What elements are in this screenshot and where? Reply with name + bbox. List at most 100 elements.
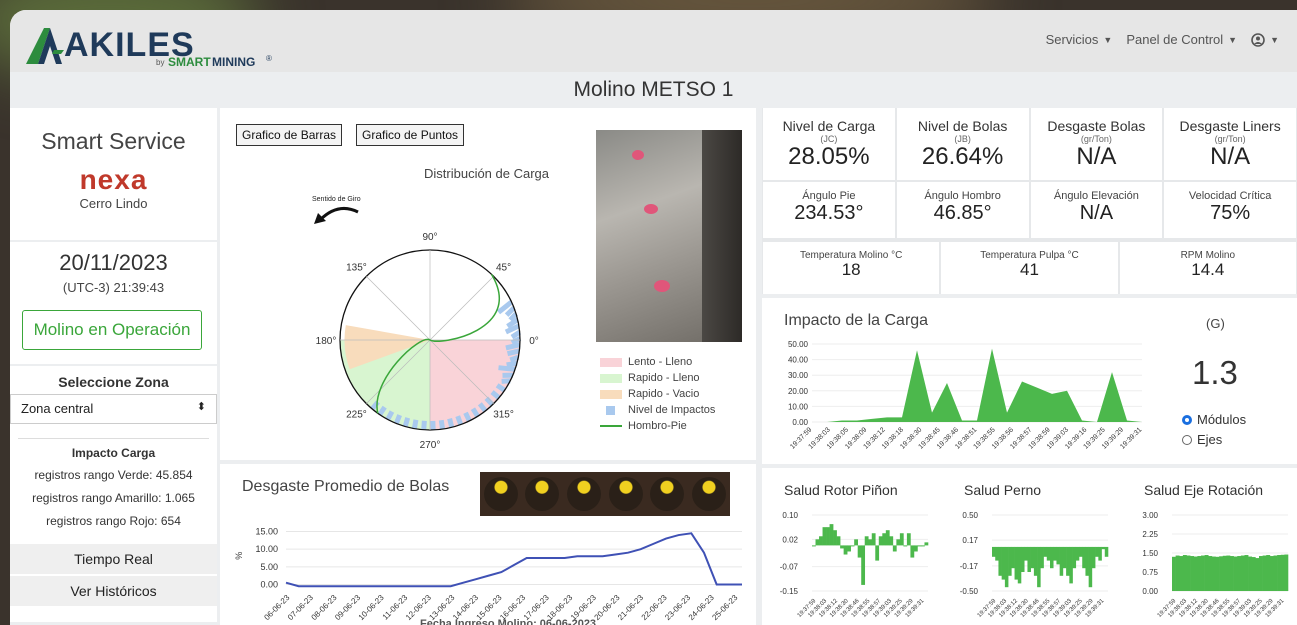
mill-photo-marker — [654, 280, 670, 292]
ball-wear-x-label: Fecha Ingreso Molino: 06-06-2023 — [420, 618, 597, 625]
health-bar — [896, 539, 901, 546]
impact-level-bar — [506, 360, 518, 368]
legend-label: Rapido - Lleno — [628, 372, 700, 384]
health-bar — [1101, 546, 1106, 550]
health-bar — [1072, 546, 1077, 569]
health-bar — [1027, 546, 1031, 572]
impact-level-bar — [463, 411, 472, 422]
polar-angle-label: 225° — [346, 410, 367, 421]
user-menu[interactable]: ▼ — [1251, 32, 1279, 47]
metric-value: 14.4 — [1191, 260, 1225, 279]
radio-axes[interactable]: Ejes — [1182, 432, 1222, 447]
nav-menu: Servicios ▼ Panel de Control ▼ ▼ — [1046, 32, 1279, 47]
impact-level-bar — [393, 414, 402, 425]
metric-card: Nivel de Bolas (JB) 26.64% — [896, 108, 1029, 180]
health-bar — [906, 533, 911, 546]
page-title: Molino METSO 1 — [573, 78, 734, 101]
health-bar — [913, 545, 918, 552]
menu-servicios[interactable]: Servicios ▼ — [1046, 32, 1113, 47]
menu-panel-control[interactable]: Panel de Control ▼ — [1126, 32, 1237, 47]
x-tick-label: 25-06-23 — [710, 593, 739, 622]
polar-spoke — [366, 276, 431, 341]
impact-divider — [18, 438, 209, 439]
app-window: AKILES by SMART MINING ® Servicios ▼ Pane… — [10, 10, 1297, 625]
ball-wear-panel: Desgaste Promedio de Bolas 0.00 5.00 10.00… — [220, 464, 756, 625]
health-bar — [1069, 546, 1073, 584]
health-bar — [1179, 556, 1184, 591]
sidebar-service-card: Smart Service nexa Cerro Lindo — [10, 108, 217, 240]
current-time: (UTC-3) 21:39:43 — [62, 280, 165, 295]
y-tick-label: 2.25 — [1142, 530, 1158, 539]
zone-select-value: Zona central — [21, 401, 94, 416]
radio-modules[interactable]: Módulos — [1182, 412, 1246, 427]
health-bar — [1075, 546, 1080, 561]
health-bar — [1053, 546, 1057, 561]
metric-value: N/A — [1079, 202, 1114, 224]
metric-value: 46.85° — [933, 202, 992, 224]
status-button[interactable]: Molino en Operación — [22, 310, 202, 350]
y-tick-label: 5.00 — [260, 562, 278, 572]
impact-title: Impacto Carga — [71, 446, 156, 460]
health-bolt-title: Salud Perno — [964, 482, 1042, 498]
tab-point-chart[interactable]: Grafico de Puntos — [356, 124, 465, 146]
caret-down-icon: ▼ — [1228, 34, 1238, 45]
impact-chart: 0.0010.0020.0030.0040.0050.0019:37:5919:… — [788, 340, 1144, 451]
logo-brand-mining: MINING — [212, 55, 256, 69]
health-bar — [1201, 555, 1205, 591]
impact-level-bar — [447, 417, 455, 428]
ball-icon — [567, 477, 602, 511]
radio-axes-label: Ejes — [1197, 432, 1223, 447]
metric-card: Ángulo Hombro 46.85° — [896, 182, 1029, 238]
health-bar — [878, 536, 883, 546]
impact-panel-title: Impacto de la Carga — [784, 312, 929, 329]
health-bar — [1066, 546, 1070, 576]
impact-level-bar — [421, 420, 427, 430]
metric-card: Ángulo Pie 234.53° — [763, 182, 895, 238]
nav-history[interactable]: Ver Históricos — [10, 576, 217, 606]
polar-angle-label: 270° — [420, 440, 441, 451]
health-bar — [1050, 546, 1054, 569]
radio-unchecked-icon — [1182, 434, 1192, 445]
health-bar — [1021, 546, 1025, 572]
health-bar — [847, 545, 851, 552]
y-tick-label: 15.00 — [255, 527, 278, 537]
health-bar — [1262, 555, 1267, 591]
metric-label: Ángulo Hombro — [924, 190, 1001, 202]
health-bar — [822, 527, 827, 546]
health-bar — [892, 545, 897, 552]
ball-icon — [692, 477, 727, 511]
health-shaft-title: Salud Eje Rotación — [1144, 482, 1264, 498]
metric-value: N/A — [1210, 143, 1251, 170]
y-tick-label: 0.00 — [1142, 587, 1158, 596]
y-tick-label: 10.00 — [788, 402, 809, 411]
health-bar — [1230, 556, 1234, 591]
health-bar — [833, 530, 837, 546]
impact-red: registros rango Rojo: 654 — [46, 514, 181, 528]
polar-chart: 90° 45° 0° 315° 270° 225° 180° 135° — [316, 232, 539, 451]
impact-level-bar — [509, 354, 520, 363]
zone-select[interactable]: Zona central ⬍ — [10, 394, 217, 424]
health-bar — [889, 536, 894, 546]
health-bar — [1062, 546, 1067, 569]
metric-card: Velocidad Crítica 75% — [1164, 182, 1296, 238]
health-bar — [1030, 546, 1035, 569]
akiles-logo[interactable]: AKILES by SMART MINING ® — [24, 20, 284, 73]
nav-realtime[interactable]: Tiempo Real — [10, 544, 217, 574]
metric-label: Ángulo Pie — [802, 190, 856, 202]
polar-angle-label: 45° — [496, 262, 511, 273]
health-bar — [910, 545, 915, 558]
load-distribution-panel: Grafico de Barras Grafico de Puntos Dist… — [220, 108, 756, 460]
impact-value: 1.3 — [1192, 354, 1238, 391]
health-bar — [1088, 546, 1093, 588]
tab-bar-chart[interactable]: Grafico de Barras — [236, 124, 343, 146]
metric-value: 28.05% — [788, 143, 870, 170]
mill-photo-marker — [632, 150, 644, 160]
impact-level-bar — [455, 415, 464, 426]
impact-level-bar — [505, 342, 521, 351]
health-bar — [826, 527, 830, 546]
health-bar — [1237, 556, 1242, 591]
impact-level-bar — [402, 417, 411, 428]
logo-brand-smart: SMART — [168, 55, 211, 69]
impact-unit: (G) — [1206, 316, 1225, 331]
metric-card: Temperatura Molino °C 18 — [763, 242, 940, 294]
